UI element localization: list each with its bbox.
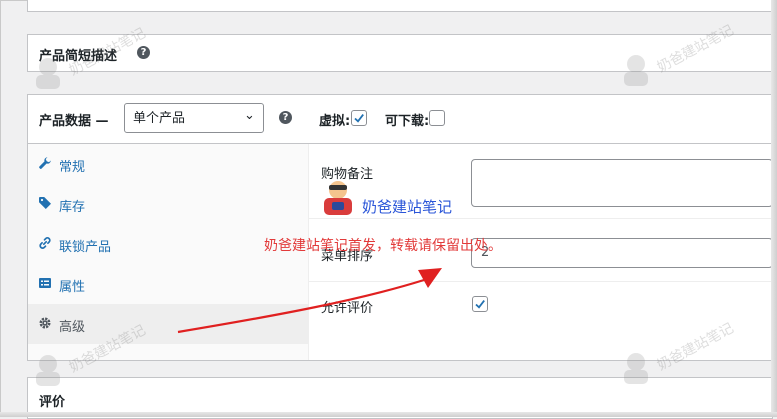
watermark: 奶爸建站笔记 <box>618 22 736 92</box>
mascot-icon <box>624 55 648 86</box>
enable-reviews-checkbox[interactable] <box>472 296 488 312</box>
divider <box>309 281 772 282</box>
watermark: 奶爸建站笔记 <box>618 320 736 390</box>
link-icon <box>39 237 51 249</box>
tab-attributes[interactable]: 属性 <box>28 264 308 304</box>
reviews-title: 评价 <box>39 395 66 410</box>
tab-advanced[interactable]: 高级 <box>28 304 308 344</box>
tab-label: 高级 <box>59 320 86 335</box>
virtual-checkbox[interactable] <box>351 110 367 126</box>
tab-general[interactable]: 常规 <box>28 144 308 184</box>
mascot-icon <box>36 355 60 386</box>
menu-order-input[interactable]: 2 <box>471 238 773 268</box>
shadow <box>771 0 777 417</box>
tab-label: 联锁产品 <box>59 240 112 255</box>
product-type-select[interactable]: 单个产品 <box>124 103 264 133</box>
tab-label: 库存 <box>59 200 86 215</box>
checkmark-icon <box>354 114 364 123</box>
downloadable-label: 可下载: <box>385 114 430 129</box>
tag-icon <box>39 197 51 209</box>
divider <box>309 218 772 219</box>
logo-text: 奶爸建站笔记 <box>362 198 453 216</box>
previous-box <box>27 0 773 12</box>
copyright-notice: 奶爸建站笔记首发，转载请保留出处。 <box>264 238 502 254</box>
watermark: 奶爸建站笔记 <box>30 25 148 95</box>
product-data-header: 产品数据 — 单个产品 ⌄ ? 虚拟: 可下载: <box>28 95 772 144</box>
tab-inventory[interactable]: 库存 <box>28 184 308 224</box>
help-icon[interactable]: ? <box>279 111 292 124</box>
purchase-note-textarea[interactable] <box>471 159 773 207</box>
downloadable-checkbox[interactable] <box>429 110 445 126</box>
mascot-icon <box>624 353 648 384</box>
tab-label: 常规 <box>59 160 86 175</box>
shadow <box>0 412 777 417</box>
mascot-icon <box>36 58 60 89</box>
product-data-label: 产品数据 — <box>39 114 109 129</box>
enable-reviews-label: 允许评价 <box>321 301 374 316</box>
wrench-icon <box>39 157 51 169</box>
gear-icon <box>39 317 51 329</box>
help-icon[interactable]: ? <box>137 46 150 59</box>
tab-label: 属性 <box>59 280 86 295</box>
list-icon <box>39 278 51 288</box>
watermark: 奶爸建站笔记 <box>30 322 148 392</box>
mascot-logo-icon <box>324 181 352 215</box>
checkmark-icon <box>475 300 485 309</box>
virtual-label: 虚拟: <box>319 114 351 129</box>
